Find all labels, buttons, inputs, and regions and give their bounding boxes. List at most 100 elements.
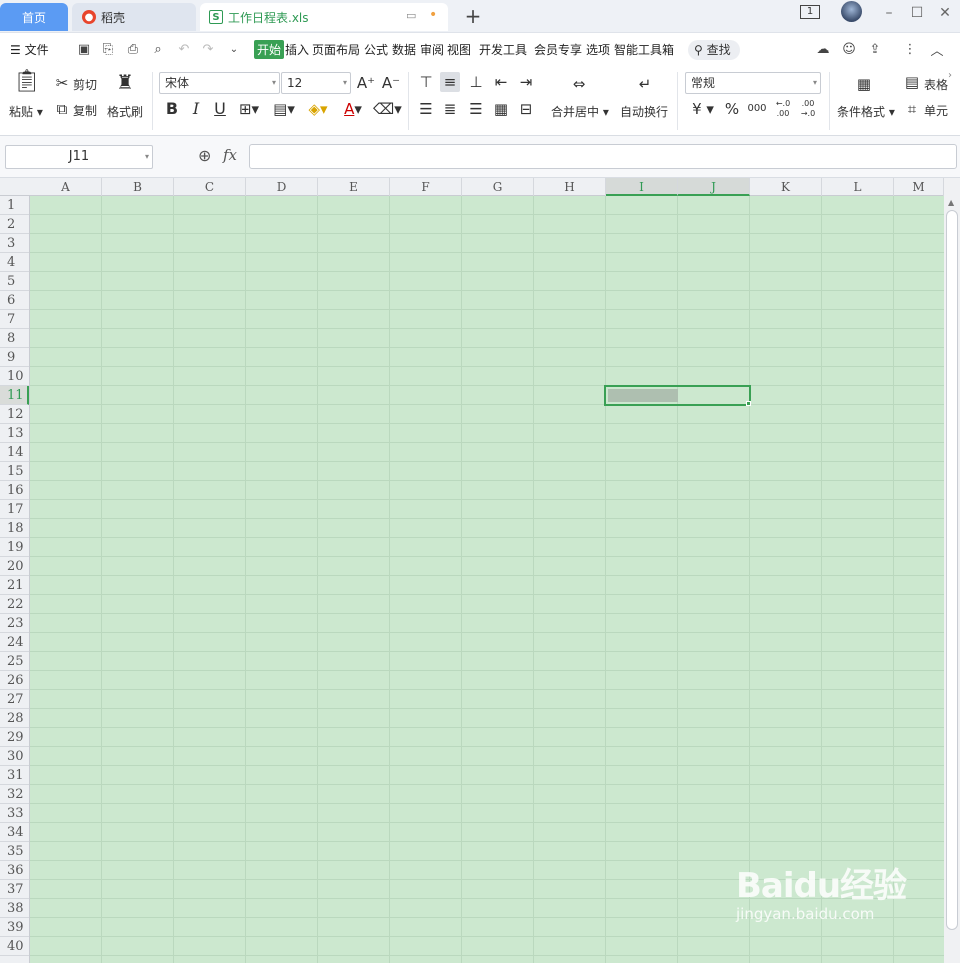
eraser-icon[interactable]: ⌫▾ (373, 99, 402, 119)
number-format-select[interactable]: 常规 ▾ (685, 72, 821, 94)
tab-developer[interactable]: 开发工具 (479, 41, 527, 58)
tab-data[interactable]: 数据 (392, 41, 416, 58)
row-header-2[interactable]: 2 (0, 215, 29, 234)
file-menu[interactable]: ☰ 文件 (10, 41, 49, 58)
increase-decimal-button[interactable]: ←.0 .00 (772, 99, 794, 119)
tab-daoke[interactable]: ● 稻壳 (72, 3, 196, 31)
formula-input[interactable] (249, 144, 957, 169)
column-header-m[interactable]: M (894, 178, 944, 196)
row-header-37[interactable]: 37 (0, 880, 29, 899)
search-button[interactable]: ⚲ 查找 (688, 40, 740, 60)
row-header-21[interactable]: 21 (0, 576, 29, 595)
collapse-ribbon-icon[interactable]: ︿ (929, 41, 945, 59)
align-center-icon[interactable]: ≣ (440, 99, 460, 119)
row-header-17[interactable]: 17 (0, 500, 29, 519)
print-preview-icon[interactable]: ⌕ (150, 41, 166, 57)
currency-button[interactable]: ¥ ▾ (688, 99, 718, 119)
row-header-25[interactable]: 25 (0, 652, 29, 671)
share-icon[interactable]: ⇪ (867, 41, 883, 57)
align-bottom-icon[interactable]: ⊥ (466, 72, 486, 92)
row-header-24[interactable]: 24 (0, 633, 29, 652)
share-user-icon[interactable]: ☺ (841, 41, 857, 57)
row-header-32[interactable]: 32 (0, 785, 29, 804)
name-box[interactable]: J11 ▾ (5, 145, 153, 169)
column-header-g[interactable]: G (462, 178, 534, 196)
tab-smart-toolbox[interactable]: 智能工具箱 (614, 41, 674, 58)
row-header-23[interactable]: 23 (0, 614, 29, 633)
row-header-7[interactable]: 7 (0, 310, 29, 329)
new-tab-button[interactable]: + (462, 5, 484, 27)
row-header-27[interactable]: 27 (0, 690, 29, 709)
bold-button[interactable]: B (162, 99, 182, 119)
italic-button[interactable]: I (186, 99, 206, 119)
close-button[interactable]: ✕ (932, 2, 958, 24)
outdent-icon[interactable]: ⇤ (491, 72, 511, 92)
user-avatar[interactable] (841, 1, 862, 22)
tab-view[interactable]: 视图 (447, 41, 471, 58)
decrease-decimal-button[interactable]: .00 →.0 (797, 99, 819, 119)
row-header-33[interactable]: 33 (0, 804, 29, 823)
fill-handle[interactable] (746, 401, 751, 406)
column-header-l[interactable]: L (822, 178, 894, 196)
row-header-5[interactable]: 5 (0, 272, 29, 291)
align-top-icon[interactable]: ⊤ (416, 72, 436, 92)
row-header-36[interactable]: 36 (0, 861, 29, 880)
column-header-a[interactable]: A (30, 178, 102, 196)
row-header-1[interactable]: 1 (0, 196, 29, 215)
window-count-badge[interactable]: 1 (800, 5, 820, 19)
row-header-30[interactable]: 30 (0, 747, 29, 766)
row-header-11[interactable]: 11 (0, 386, 29, 405)
redo-icon[interactable]: ↷ (200, 41, 216, 57)
export-icon[interactable]: ⎘ (100, 41, 116, 57)
row-header-9[interactable]: 9 (0, 348, 29, 367)
save-icon[interactable]: ▣ (76, 41, 92, 57)
column-header-b[interactable]: B (102, 178, 174, 196)
customize-chevron-icon[interactable]: ⌄ (226, 41, 242, 57)
underline-button[interactable]: U (210, 99, 230, 119)
paste-icon[interactable]: 📋︎ (13, 71, 41, 98)
percent-button[interactable]: % (722, 99, 742, 119)
cloud-icon[interactable]: ☁ (815, 41, 831, 57)
column-header-k[interactable]: K (750, 178, 822, 196)
align-middle-icon[interactable]: ≡ (440, 72, 460, 92)
row-header-15[interactable]: 15 (0, 462, 29, 481)
wrap-text-button[interactable]: 自动换行 (620, 103, 668, 120)
conditional-format-button[interactable]: 条件格式 ▾ (837, 103, 895, 120)
print-icon[interactable]: ⎙ (125, 41, 141, 57)
column-header-j[interactable]: J (678, 178, 750, 196)
screen-icon[interactable]: ▭ (406, 9, 416, 22)
border-icon[interactable]: ⊞▾ (235, 99, 263, 119)
column-header-i[interactable]: I (606, 178, 678, 196)
align-right-icon[interactable]: ☰ (466, 99, 486, 119)
table-style-button[interactable]: 表格 (924, 76, 948, 93)
row-header-35[interactable]: 35 (0, 842, 29, 861)
row-header-16[interactable]: 16 (0, 481, 29, 500)
row-header-31[interactable]: 31 (0, 766, 29, 785)
font-color-button[interactable]: A▾ (340, 99, 366, 119)
indent-icon[interactable]: ⇥ (516, 72, 536, 92)
thousands-button[interactable]: 000 (745, 99, 769, 119)
tab-page-layout[interactable]: 页面布局 (312, 41, 360, 58)
vertical-scroll-thumb[interactable] (946, 210, 958, 930)
row-header-22[interactable]: 22 (0, 595, 29, 614)
tab-document[interactable]: S 工作日程表.xls ▭ • (200, 3, 448, 31)
distributed-icon[interactable]: ⊟ (516, 99, 536, 119)
column-header-e[interactable]: E (318, 178, 390, 196)
row-header-18[interactable]: 18 (0, 519, 29, 538)
scroll-up-icon[interactable]: ▲ (948, 198, 954, 207)
font-size-select[interactable]: 12 ▾ (281, 72, 351, 94)
row-header-28[interactable]: 28 (0, 709, 29, 728)
column-header-c[interactable]: C (174, 178, 246, 196)
undo-icon[interactable]: ↶ (176, 41, 192, 57)
cell-grid[interactable] (30, 196, 944, 963)
tab-review[interactable]: 审阅 (420, 41, 444, 58)
format-painter-button[interactable]: 格式刷 (107, 103, 143, 120)
increase-font-icon[interactable]: A⁺ (356, 73, 376, 93)
column-header-h[interactable]: H (534, 178, 606, 196)
paste-button[interactable]: 粘贴 ▾ (9, 103, 43, 120)
zoom-formula-icon[interactable]: ⊕ (198, 146, 211, 165)
merge-center-button[interactable]: 合并居中 ▾ (551, 103, 609, 120)
align-left-icon[interactable]: ☰ (416, 99, 436, 119)
insert-function-button[interactable]: fx (223, 146, 237, 164)
row-header-10[interactable]: 10 (0, 367, 29, 386)
